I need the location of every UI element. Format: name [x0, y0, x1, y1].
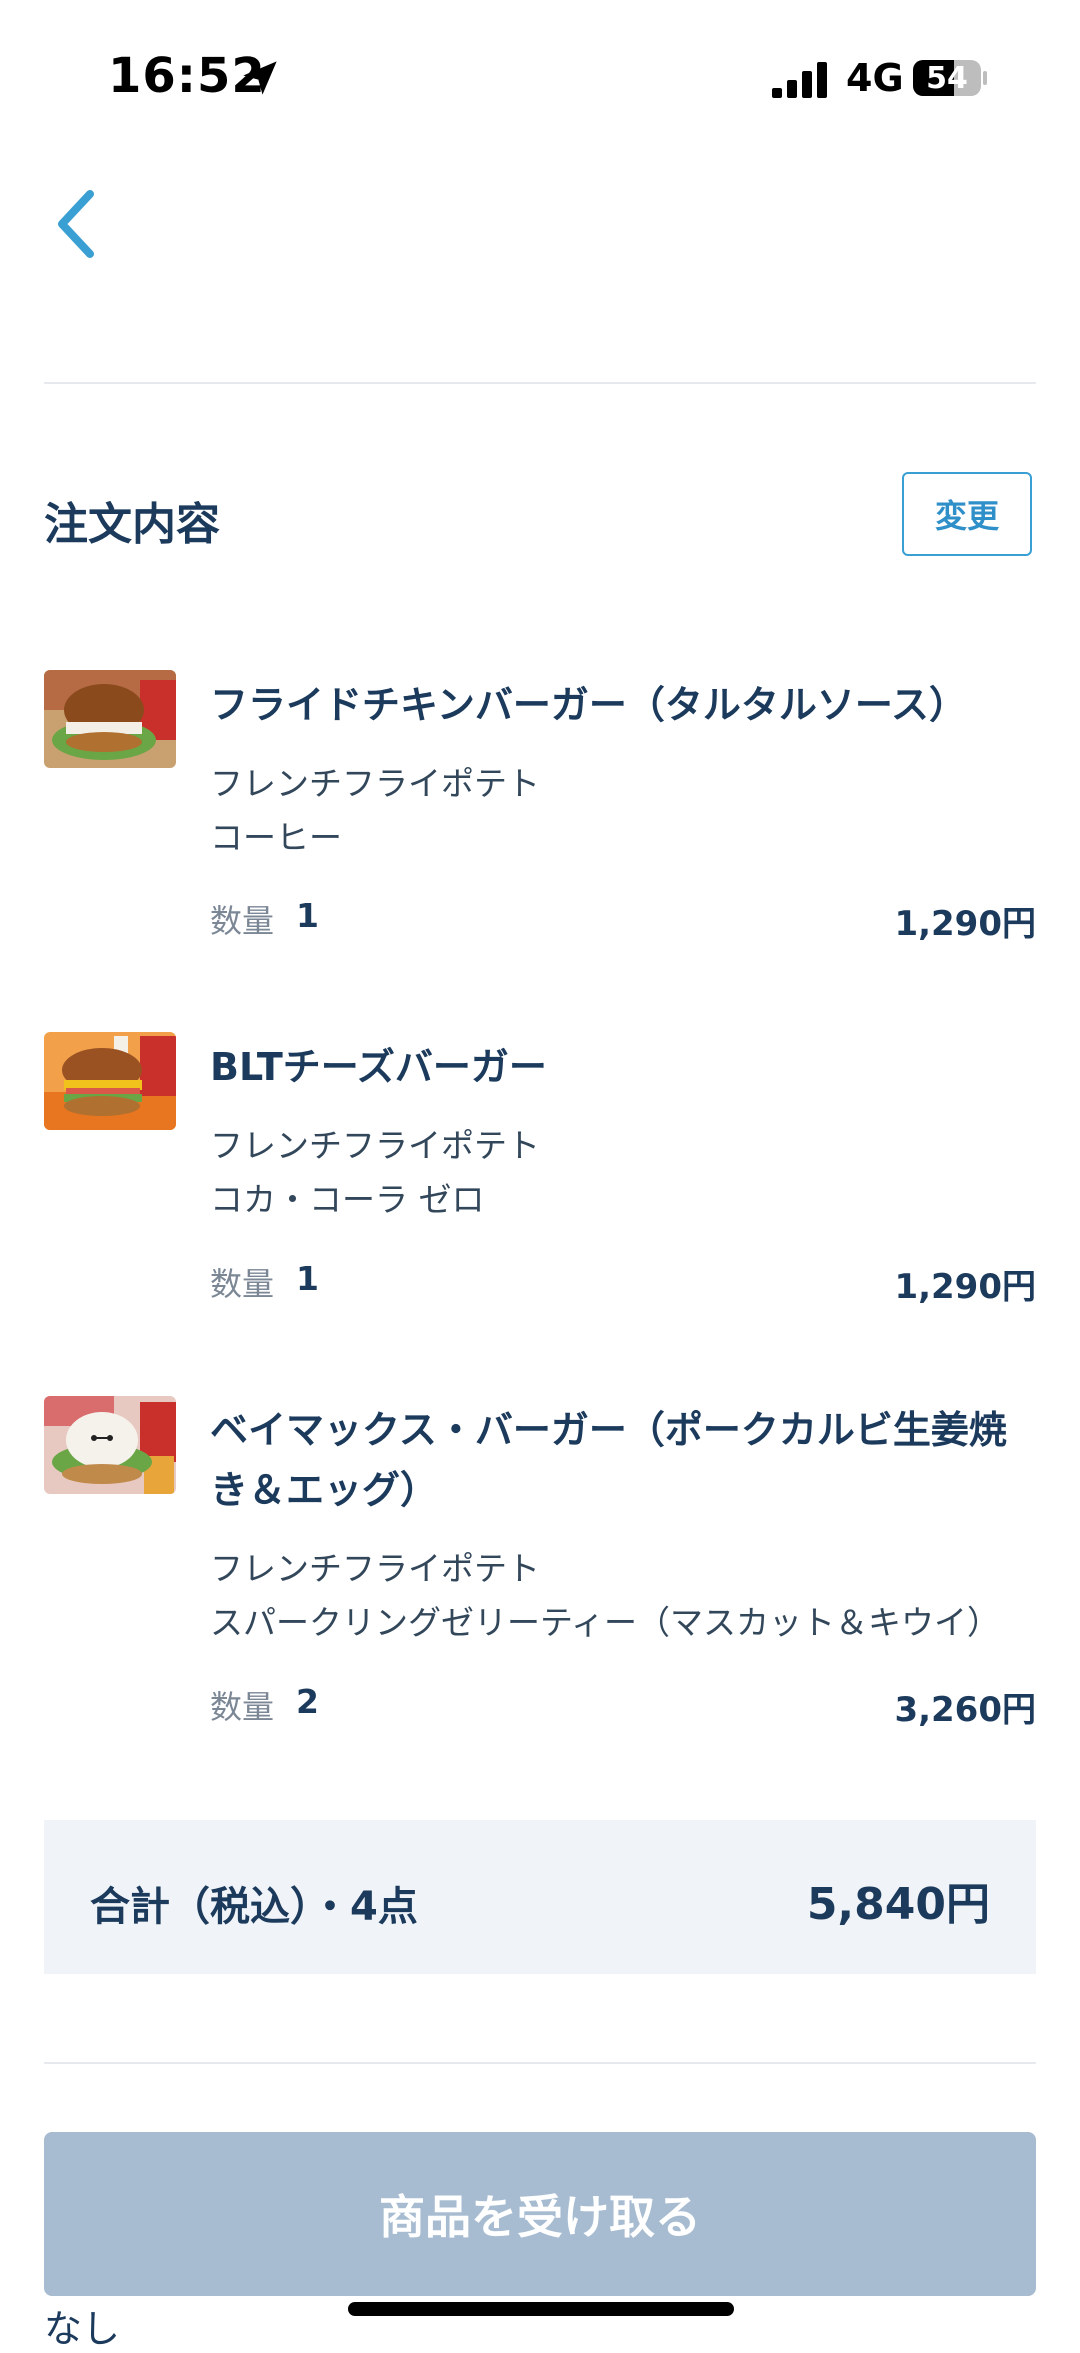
change-button[interactable]: 変更 [902, 472, 1032, 556]
location-arrow-icon [243, 61, 277, 95]
item-2-option-1: フレンチフライポテト [210, 1126, 540, 1165]
receive-items-button[interactable]: 商品を受け取る [44, 2132, 1036, 2296]
back-button[interactable] [50, 186, 110, 262]
item-3-option-2: スパークリングゼリーティー（マスカット＆キウイ） [210, 1603, 1001, 1642]
item-3 [44, 1396, 176, 1498]
item-2-qty-label: 数量 [210, 1265, 275, 1303]
item-2-qty-value: 1 [296, 1259, 319, 1298]
item-1-qty-label: 数量 [210, 902, 275, 940]
item-1-qty-value: 1 [296, 896, 319, 935]
item-1-option-1: フレンチフライポテト [210, 764, 540, 803]
cellular-signal-icon [772, 62, 827, 98]
item-3-name-line-1: ベイマックス・バーガー（ポークカルビ生姜焼 [210, 1408, 1007, 1452]
home-indicator [348, 2302, 734, 2316]
section-title: 注文内容 [44, 499, 220, 550]
item-3-qty-value: 2 [296, 1682, 319, 1721]
item-1-name: フライドチキンバーガー（タルタルソース） [210, 683, 967, 727]
item-3-price: 3,260円 [894, 1690, 1036, 1730]
item-1 [44, 670, 176, 772]
item-3-name-line-2: き＆エッグ） [210, 1468, 439, 1512]
network-type-label: 4G [846, 56, 904, 100]
item-2-image [44, 1032, 176, 1130]
item-1-image [44, 670, 176, 768]
battery-level: 54 [926, 60, 968, 96]
header-divider [44, 382, 1036, 384]
total-value: 5,840円 [806, 1879, 990, 1930]
item-2-option-2: コカ・コーラ ゼロ [210, 1180, 485, 1219]
item-3-option-1: フレンチフライポテト [210, 1549, 540, 1588]
below-text: なし [44, 2307, 121, 2351]
item-3-qty-label: 数量 [210, 1688, 275, 1726]
item-1-price: 1,290円 [894, 904, 1036, 944]
item-2 [44, 1032, 176, 1134]
item-3-image [44, 1396, 176, 1494]
item-2-price: 1,290円 [894, 1267, 1036, 1307]
total-label: 合計（税込）・4点 [90, 1884, 418, 1930]
item-2-name: BLTチーズバーガー [210, 1045, 547, 1089]
item-1-option-2: コーヒー [210, 818, 342, 857]
total-divider [44, 2062, 1036, 2064]
